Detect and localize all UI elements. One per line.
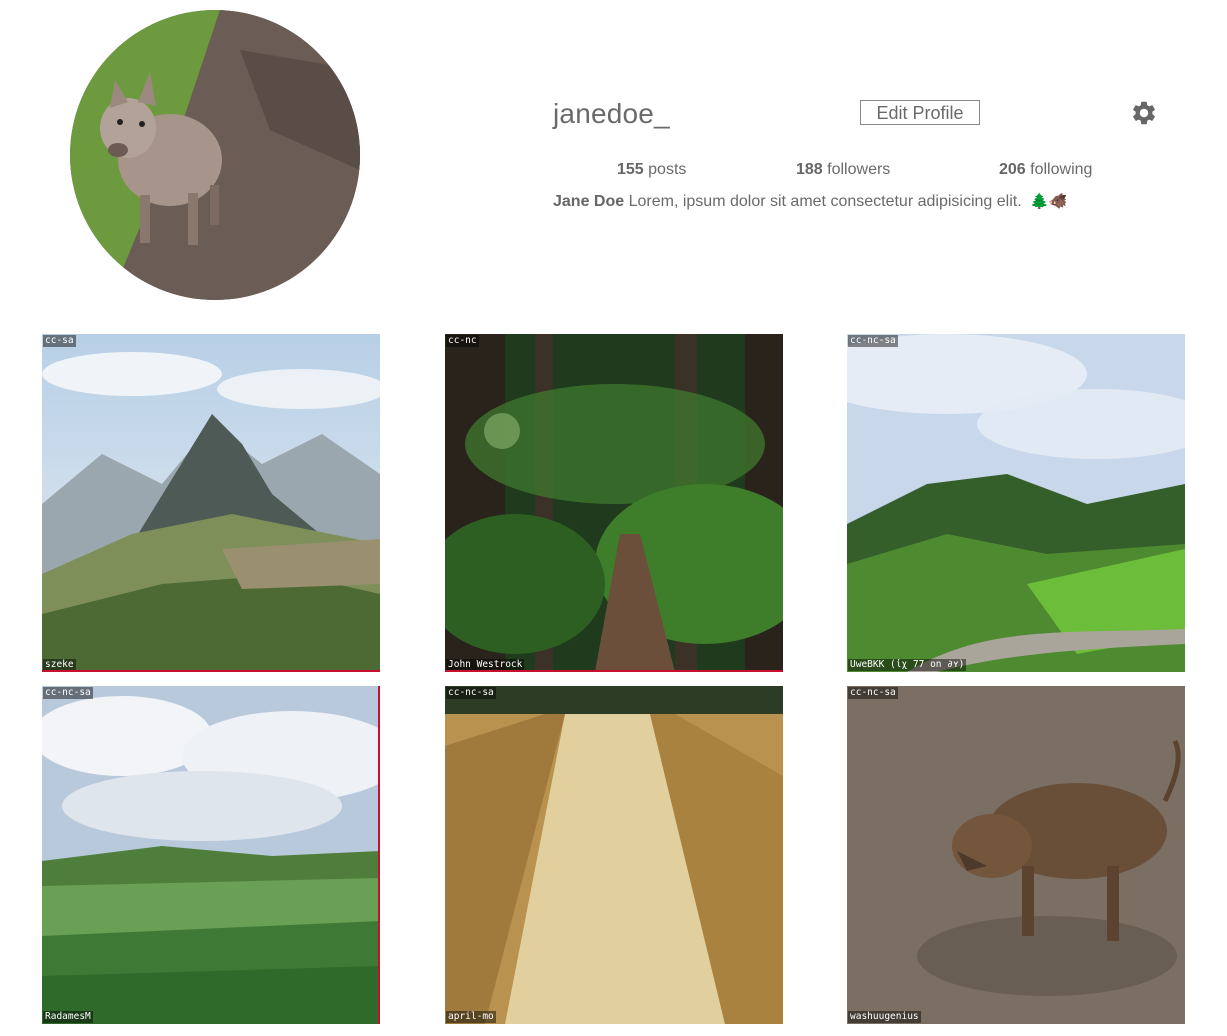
posts-stat[interactable]: 155 posts [617,161,686,179]
post-image [847,334,1185,672]
profile-avatar[interactable] [70,10,360,300]
profile-username: janedoe_ [553,98,670,129]
posts-count: 155 [617,161,644,178]
post-tile[interactable]: cc-nc-sa RadamesM [42,686,380,1024]
post-credit: UweBKK (ἰχ 77 on ∂ʏ) [848,659,967,671]
post-credit: washuugenius [848,1011,921,1023]
profile-bio: Jane Doe Lorem, ipsum dolor sit amet con… [553,192,1067,211]
followers-count: 188 [796,161,823,178]
post-tile[interactable]: cc-nc-sa april-mo [445,686,783,1024]
post-credit: april-mo [446,1011,496,1023]
post-tile[interactable]: cc-nc John Westrock [445,334,783,672]
bio-text: Lorem, ipsum dolor sit amet consectetur … [628,193,1022,210]
post-license: cc-sa [43,335,76,347]
edit-profile-button[interactable]: Edit Profile [860,100,980,125]
post-tile[interactable]: cc-sa szeke [42,334,380,672]
post-tile[interactable]: cc-nc-sa washuugenius [847,686,1185,1024]
post-license: cc-nc-sa [446,687,496,699]
avatar-image [70,10,360,300]
post-image [847,686,1185,1024]
post-image [445,686,783,1024]
post-license: cc-nc [446,335,479,347]
tile-divider [378,686,380,1024]
bio-name: Jane Doe [553,193,625,210]
following-count: 206 [999,161,1026,178]
post-image [445,334,783,672]
tile-divider [42,670,380,672]
followers-stat[interactable]: 188 followers [796,161,890,179]
posts-label: posts [648,161,687,178]
profile-stats: 155 posts 188 followers 206 following [0,161,1227,181]
post-license: cc-nc-sa [43,687,93,699]
bio-emoji: 🌲🐗 [1030,193,1068,210]
post-tile[interactable]: cc-nc-sa UweBKK (ἰχ 77 on ∂ʏ) [847,334,1185,672]
post-image [42,334,380,672]
following-stat[interactable]: 206 following [999,161,1092,179]
post-license: cc-nc-sa [848,335,898,347]
post-license: cc-nc-sa [848,687,898,699]
followers-label: followers [827,161,891,178]
post-credit: RadamesM [43,1011,93,1023]
following-label: following [1030,161,1093,178]
gear-icon[interactable] [1130,99,1158,127]
post-image [42,686,380,1024]
tile-divider [445,670,783,672]
